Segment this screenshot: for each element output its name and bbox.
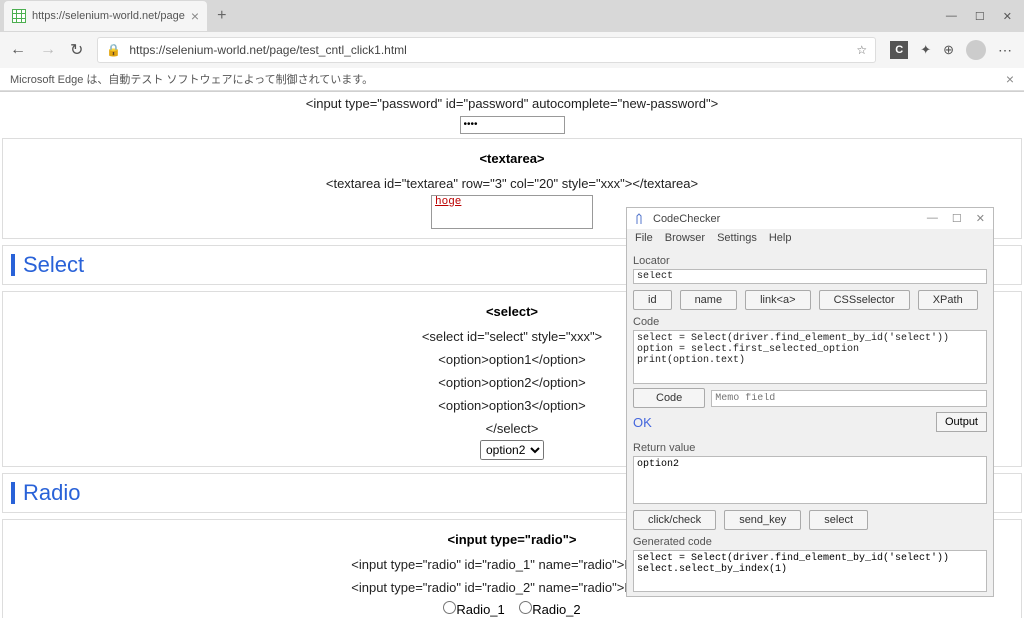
- return-value-box[interactable]: option2: [633, 456, 987, 504]
- url-text: https://selenium-world.net/page/test_cnt…: [129, 43, 848, 57]
- collections-icon[interactable]: ⊕: [943, 42, 954, 58]
- refresh-button[interactable]: ↻: [70, 40, 83, 60]
- section-bar-icon: [11, 482, 15, 504]
- extension-c-icon[interactable]: C: [890, 41, 908, 59]
- generated-code-box[interactable]: select = Select(driver.find_element_by_i…: [633, 550, 987, 592]
- code-button[interactable]: Code: [633, 388, 705, 408]
- new-tab-button[interactable]: +: [207, 7, 236, 25]
- radio-option-1[interactable]: Radio_1: [443, 602, 504, 617]
- profile-avatar[interactable]: [966, 40, 986, 60]
- window-controls: — ☐ ✕: [946, 10, 1024, 23]
- password-tag-text: <input type="password" id="password" aut…: [0, 92, 1024, 115]
- browser-tab[interactable]: https://selenium-world.net/page ×: [4, 1, 207, 31]
- textarea-heading: <textarea>: [3, 145, 1021, 172]
- menu-file[interactable]: File: [635, 232, 653, 244]
- menu-help[interactable]: Help: [769, 232, 792, 244]
- send-key-button[interactable]: send_key: [724, 510, 801, 530]
- url-input[interactable]: 🔒 https://selenium-world.net/page/test_c…: [97, 37, 876, 63]
- code-label: Code: [633, 316, 987, 328]
- close-tab-icon[interactable]: ×: [191, 8, 199, 24]
- forward-button[interactable]: →: [40, 41, 56, 59]
- radio-1-input[interactable]: [443, 601, 456, 614]
- link-button[interactable]: link<a>: [745, 290, 810, 310]
- xpath-button[interactable]: XPath: [918, 290, 978, 310]
- back-button[interactable]: ←: [10, 41, 26, 59]
- dialog-minimize-icon[interactable]: —: [927, 212, 938, 225]
- return-label: Return value: [633, 442, 987, 454]
- select-title: Select: [23, 252, 84, 278]
- menu-settings[interactable]: Settings: [717, 232, 757, 244]
- locator-buttons: id name link<a> CSSselector XPath: [633, 290, 987, 310]
- maximize-icon[interactable]: ☐: [975, 10, 985, 23]
- dialog-titlebar[interactable]: CodeChecker — ☐ ✕: [627, 208, 993, 229]
- dialog-maximize-icon[interactable]: ☐: [952, 212, 962, 225]
- id-button[interactable]: id: [633, 290, 672, 310]
- memo-input[interactable]: [711, 390, 987, 407]
- menu-browser[interactable]: Browser: [665, 232, 705, 244]
- favorites-icon[interactable]: ✦: [920, 42, 931, 58]
- output-button[interactable]: Output: [936, 412, 987, 432]
- select-input[interactable]: option2: [480, 440, 544, 460]
- action-buttons: click/check send_key select: [633, 510, 987, 530]
- address-bar: ← → ↻ 🔒 https://selenium-world.net/page/…: [0, 32, 1024, 68]
- css-button[interactable]: CSSselector: [819, 290, 910, 310]
- password-input[interactable]: [460, 116, 565, 134]
- section-bar-icon: [11, 254, 15, 276]
- close-window-icon[interactable]: ✕: [1003, 10, 1012, 23]
- toolbar-icons: C ✦ ⊕ ⋯: [890, 40, 1014, 60]
- radio-option-2[interactable]: Radio_2: [519, 602, 580, 617]
- tab-title: https://selenium-world.net/page: [32, 10, 185, 22]
- lock-icon: 🔒: [106, 43, 121, 57]
- dialog-menu: File Browser Settings Help: [627, 229, 993, 247]
- select-button[interactable]: select: [809, 510, 868, 530]
- radio-title: Radio: [23, 480, 80, 506]
- click-check-button[interactable]: click/check: [633, 510, 716, 530]
- info-bar-close-icon[interactable]: ×: [1006, 71, 1014, 87]
- tab-bar: https://selenium-world.net/page × + — ☐ …: [0, 0, 1024, 32]
- minimize-icon[interactable]: —: [946, 10, 957, 23]
- generated-code-label: Generated code: [633, 536, 987, 548]
- textarea-input[interactable]: hoge: [431, 195, 593, 229]
- dialog-close-icon[interactable]: ✕: [976, 212, 985, 225]
- browser-chrome: https://selenium-world.net/page × + — ☐ …: [0, 0, 1024, 92]
- dialog-title: CodeChecker: [653, 213, 720, 225]
- codechecker-dialog: CodeChecker — ☐ ✕ File Browser Settings …: [626, 207, 994, 597]
- automation-info-bar: Microsoft Edge は、自動テスト ソフトウェアによって制御されていま…: [0, 68, 1024, 91]
- locator-input[interactable]: [633, 269, 987, 284]
- radio-2-input[interactable]: [519, 601, 532, 614]
- ok-status: OK: [633, 415, 652, 430]
- name-button[interactable]: name: [680, 290, 738, 310]
- code-textarea[interactable]: select = Select(driver.find_element_by_i…: [633, 330, 987, 384]
- info-bar-text: Microsoft Edge は、自動テスト ソフトウェアによって制御されていま…: [10, 71, 373, 87]
- textarea-tag-text: <textarea id="textarea" row="3" col="20"…: [3, 172, 1021, 195]
- dialog-app-icon: [635, 213, 647, 225]
- locator-label: Locator: [633, 255, 987, 267]
- radio-options-row: Radio_1 Radio_2: [3, 599, 1021, 618]
- more-icon[interactable]: ⋯: [998, 42, 1014, 59]
- favicon-icon: [12, 9, 26, 23]
- dialog-body: Locator id name link<a> CSSselector XPat…: [627, 247, 993, 596]
- star-icon[interactable]: ☆: [856, 43, 867, 57]
